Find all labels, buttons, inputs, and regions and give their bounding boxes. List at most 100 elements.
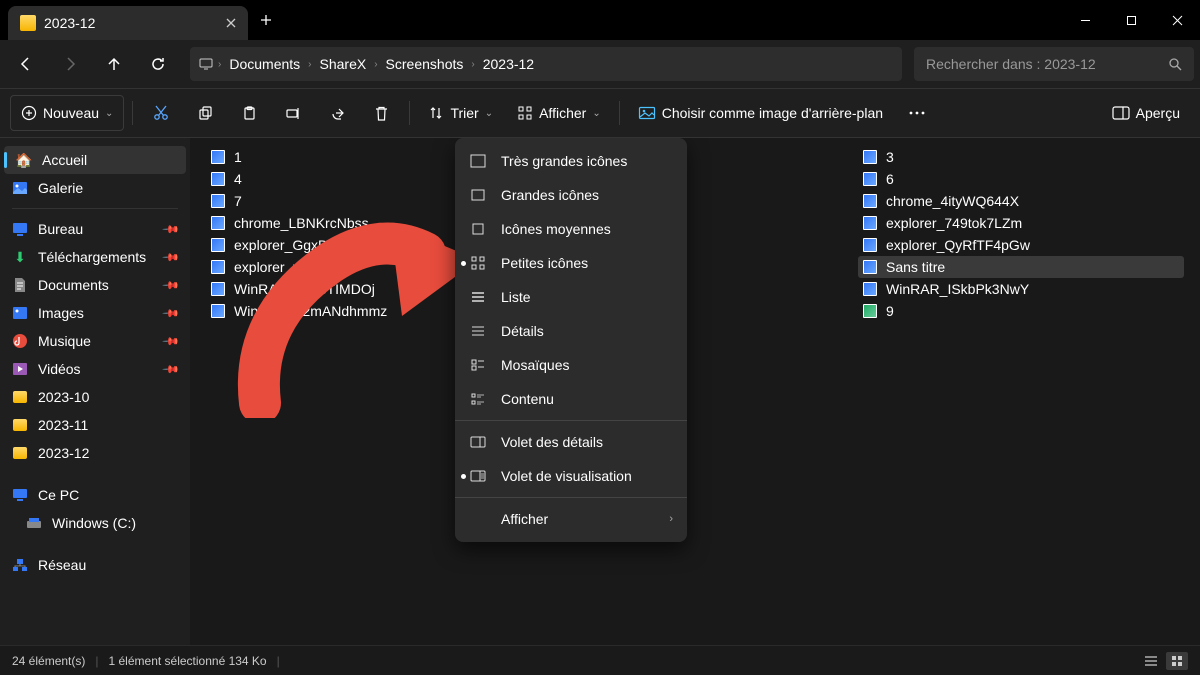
video-file-icon xyxy=(862,303,878,319)
menu-item-list[interactable]: Liste xyxy=(455,280,687,314)
menu-item-large-icons[interactable]: Grandes icônes xyxy=(455,178,687,212)
sort-button[interactable]: Trier ⌄ xyxy=(418,95,503,131)
preview-pane-button[interactable]: Aperçu xyxy=(1102,95,1190,131)
pin-icon: 📌 xyxy=(162,220,181,239)
toolbar: Nouveau ⌄ Trier ⌄ Afficher ⌄ Choisir com… xyxy=(0,88,1200,138)
pin-icon: 📌 xyxy=(162,248,181,267)
file-item[interactable]: Sans titre xyxy=(858,256,1184,278)
sidebar[interactable]: 🏠 Accueil Galerie Bureau 📌 ⬇ Téléchargem… xyxy=(0,138,190,645)
file-list-area[interactable]: 147chrome_LBNKrcNbssexplorer_GgxDqyufnEe… xyxy=(190,138,1200,645)
grid-view-toggle[interactable] xyxy=(1166,652,1188,670)
image-file-icon xyxy=(210,259,226,275)
breadcrumb-item[interactable]: ShareX xyxy=(316,56,371,72)
menu-item-tiles[interactable]: Mosaïques xyxy=(455,348,687,382)
image-file-icon xyxy=(210,149,226,165)
image-file-icon xyxy=(862,237,878,253)
back-button[interactable] xyxy=(6,46,46,82)
breadcrumb-item[interactable]: 2023-12 xyxy=(479,56,538,72)
sidebar-item-downloads[interactable]: ⬇ Téléchargements 📌 xyxy=(0,243,190,271)
rename-button[interactable] xyxy=(273,95,313,131)
sidebar-item-desktop[interactable]: Bureau 📌 xyxy=(0,215,190,243)
network-icon xyxy=(12,557,28,573)
sidebar-item-folder[interactable]: 2023-12 xyxy=(0,439,190,467)
image-file-icon xyxy=(210,193,226,209)
copy-button[interactable] xyxy=(185,95,225,131)
sidebar-item-gallery[interactable]: Galerie xyxy=(0,174,190,202)
breadcrumb-item[interactable]: Documents xyxy=(225,56,304,72)
sidebar-label: Galerie xyxy=(38,180,83,196)
up-button[interactable] xyxy=(94,46,134,82)
image-file-icon xyxy=(862,171,878,187)
chevron-right-icon[interactable]: › xyxy=(218,59,221,70)
more-button[interactable] xyxy=(897,95,937,131)
minimize-button[interactable] xyxy=(1062,0,1108,40)
chevron-right-icon[interactable]: › xyxy=(308,59,311,70)
chevron-right-icon[interactable]: › xyxy=(374,59,377,70)
file-item[interactable]: 6 xyxy=(858,168,1184,190)
file-name: 3 xyxy=(886,149,894,165)
monitor-icon[interactable] xyxy=(198,56,214,72)
folder-icon xyxy=(12,417,28,433)
sidebar-item-images[interactable]: Images 📌 xyxy=(0,299,190,327)
sidebar-label: Accueil xyxy=(42,152,87,168)
window-tab[interactable]: 2023-12 xyxy=(8,6,248,40)
sidebar-item-drive[interactable]: Windows (C:) xyxy=(0,509,190,537)
file-item[interactable]: 3 xyxy=(858,146,1184,168)
menu-item-details[interactable]: Détails xyxy=(455,314,687,348)
file-item[interactable]: explorer_749tok7LZm xyxy=(858,212,1184,234)
new-label: Nouveau xyxy=(43,105,99,121)
file-item[interactable]: chrome_4ityWQ644X xyxy=(858,190,1184,212)
sidebar-item-folder[interactable]: 2023-11 xyxy=(0,411,190,439)
close-window-button[interactable] xyxy=(1154,0,1200,40)
delete-button[interactable] xyxy=(361,95,401,131)
new-button[interactable]: Nouveau ⌄ xyxy=(10,95,124,131)
menu-label: Détails xyxy=(501,323,673,339)
list-view-toggle[interactable] xyxy=(1140,652,1162,670)
pin-icon: 📌 xyxy=(162,360,181,379)
drive-icon xyxy=(26,515,42,531)
sidebar-item-videos[interactable]: Vidéos 📌 xyxy=(0,355,190,383)
menu-item-preview-pane[interactable]: Volet de visualisation xyxy=(455,459,687,493)
sidebar-item-documents[interactable]: Documents 📌 xyxy=(0,271,190,299)
sidebar-item-music[interactable]: Musique 📌 xyxy=(0,327,190,355)
folder-icon xyxy=(12,389,28,405)
active-indicator xyxy=(461,474,466,479)
file-item[interactable]: explorer_QyRfTF4pGw xyxy=(858,234,1184,256)
menu-item-extra-large-icons[interactable]: Très grandes icônes xyxy=(455,144,687,178)
file-name: 1 xyxy=(234,149,242,165)
new-tab-button[interactable] xyxy=(260,14,272,26)
videos-icon xyxy=(12,361,28,377)
paste-button[interactable] xyxy=(229,95,269,131)
menu-item-details-pane[interactable]: Volet des détails xyxy=(455,425,687,459)
search-input[interactable]: Rechercher dans : 2023-12 xyxy=(914,47,1194,81)
maximize-button[interactable] xyxy=(1108,0,1154,40)
chevron-right-icon[interactable]: › xyxy=(471,59,474,70)
breadcrumb-item[interactable]: Screenshots xyxy=(382,56,468,72)
sidebar-item-home[interactable]: 🏠 Accueil xyxy=(4,146,186,174)
breadcrumb[interactable]: › Documents › ShareX › Screenshots › 202… xyxy=(190,47,902,81)
menu-label: Icônes moyennes xyxy=(501,221,673,237)
sidebar-item-network[interactable]: Réseau xyxy=(0,551,190,579)
set-background-button[interactable]: Choisir comme image d'arrière-plan xyxy=(628,95,893,131)
file-name: explorer_749tok7LZm xyxy=(886,215,1022,231)
status-count: 24 élément(s) xyxy=(12,654,85,668)
file-name: 4 xyxy=(234,171,242,187)
menu-label: Mosaïques xyxy=(501,357,673,373)
search-icon xyxy=(1168,57,1182,71)
file-item[interactable]: WinRAR_ISkbPk3NwY xyxy=(858,278,1184,300)
home-icon: 🏠 xyxy=(16,152,32,168)
view-button[interactable]: Afficher ⌄ xyxy=(507,95,611,131)
forward-button[interactable] xyxy=(50,46,90,82)
menu-item-medium-icons[interactable]: Icônes moyennes xyxy=(455,212,687,246)
sidebar-label: 2023-12 xyxy=(38,445,89,461)
menu-item-small-icons[interactable]: Petites icônes xyxy=(455,246,687,280)
menu-item-show-submenu[interactable]: Afficher › xyxy=(455,502,687,536)
share-button[interactable] xyxy=(317,95,357,131)
menu-item-content[interactable]: Contenu xyxy=(455,382,687,416)
file-item[interactable]: 9 xyxy=(858,300,1184,322)
refresh-button[interactable] xyxy=(138,46,178,82)
sidebar-item-folder[interactable]: 2023-10 xyxy=(0,383,190,411)
close-tab-icon[interactable] xyxy=(226,18,236,28)
cut-button[interactable] xyxy=(141,95,181,131)
sidebar-item-thispc[interactable]: Ce PC xyxy=(0,481,190,509)
